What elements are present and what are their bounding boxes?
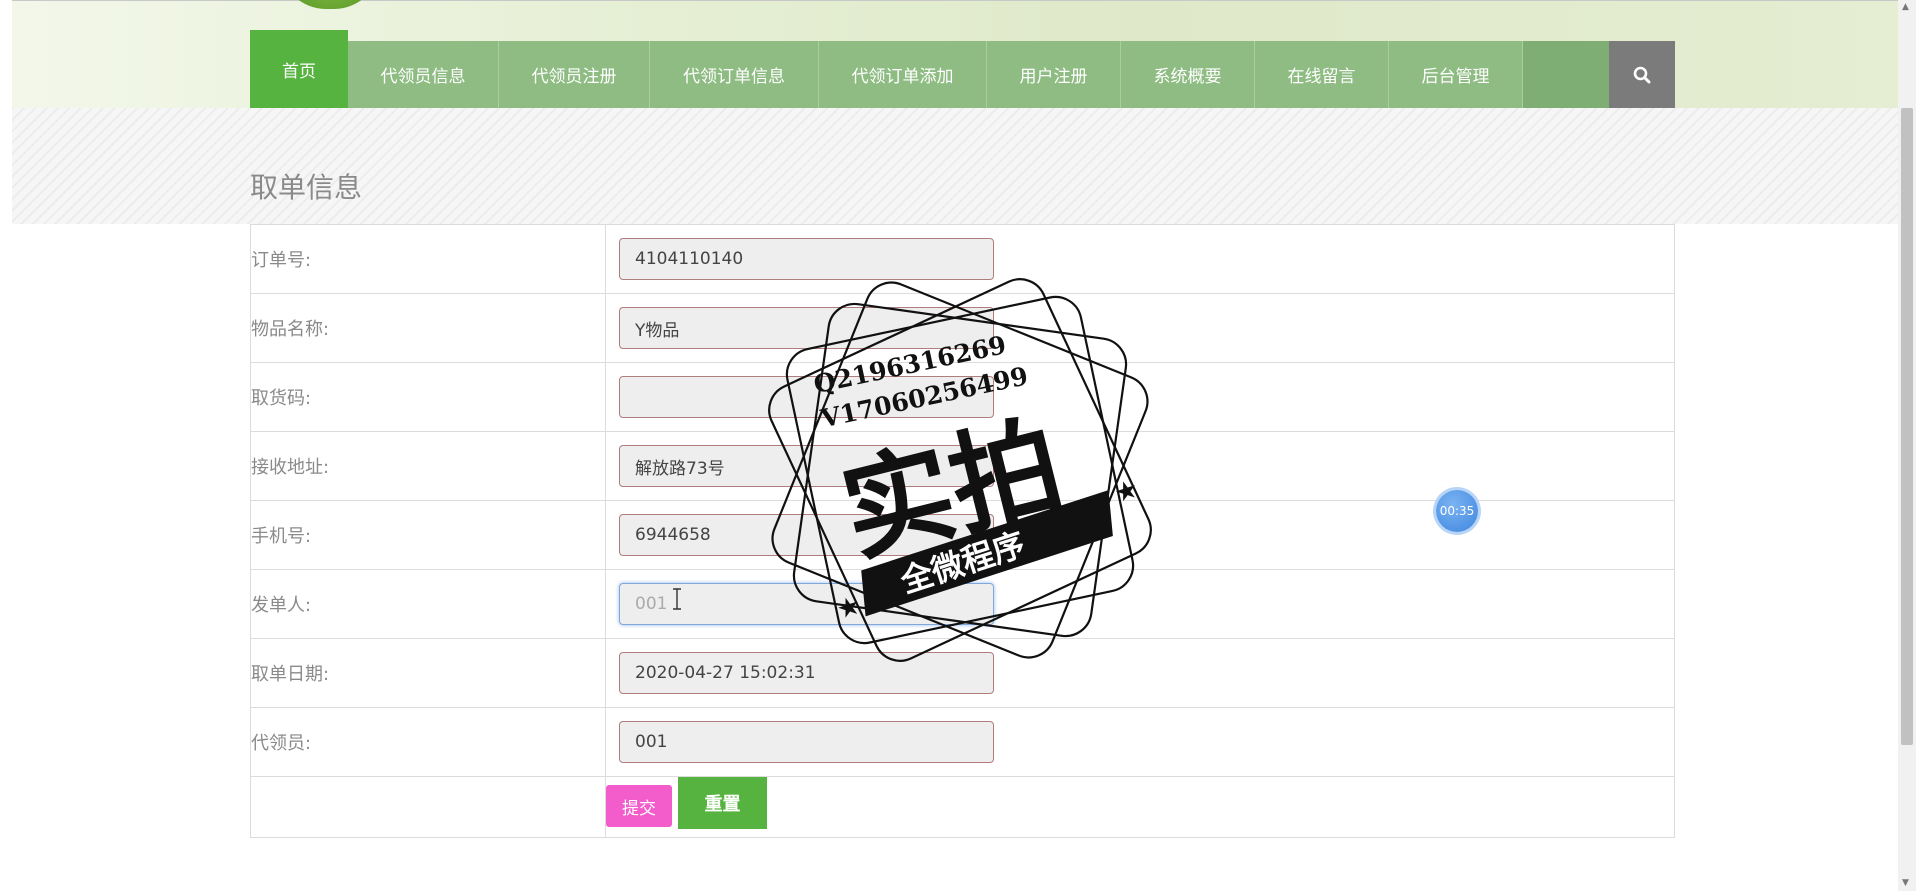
- item-name-label: 物品名称:: [251, 294, 606, 362]
- pickup-code-label: 取货码:: [251, 363, 606, 431]
- timer-badge: 00:35: [1436, 490, 1478, 532]
- buttons-label-cell: [251, 777, 606, 837]
- nav-order-info[interactable]: 代领订单信息: [650, 41, 819, 108]
- form-row-agent: 代领员: 001: [251, 708, 1674, 777]
- scrollbar-thumb[interactable]: [1901, 108, 1913, 745]
- page-title: 取单信息: [250, 170, 363, 204]
- address-label: 接收地址:: [251, 432, 606, 500]
- nav-user-register[interactable]: 用户注册: [987, 41, 1121, 108]
- scroll-up-arrow-icon[interactable]: ▲: [1902, 2, 1909, 12]
- nav-admin[interactable]: 后台管理: [1389, 41, 1523, 108]
- search-icon: [1633, 66, 1651, 83]
- sender-label: 发单人:: [251, 570, 606, 638]
- text-cursor-icon: [673, 588, 681, 610]
- nav-spacer: [1523, 41, 1609, 108]
- nav-order-add[interactable]: 代领订单添加: [819, 41, 987, 108]
- nav-agent-register[interactable]: 代领员注册: [499, 41, 650, 108]
- nav-home[interactable]: 首页: [250, 30, 348, 108]
- agent-field[interactable]: 001: [619, 721, 994, 763]
- form-row-buttons: 提交 重置: [251, 777, 1674, 837]
- nav-agent-info[interactable]: 代领员信息: [348, 41, 499, 108]
- phone-label: 手机号:: [251, 501, 606, 569]
- logo: [280, 0, 380, 9]
- nav-system-overview[interactable]: 系统概要: [1121, 41, 1255, 108]
- watermark-stamp: Q2196316269 V17060256499 实拍 全微程序 ★ ★: [768, 278, 1152, 662]
- reset-button[interactable]: 重置: [678, 777, 767, 829]
- agent-label: 代领员:: [251, 708, 606, 776]
- star-icon: ★: [1111, 474, 1142, 510]
- pickup-date-label: 取单日期:: [251, 639, 606, 707]
- submit-button[interactable]: 提交: [606, 785, 672, 827]
- nav-messages[interactable]: 在线留言: [1255, 41, 1389, 108]
- scroll-down-arrow-icon[interactable]: ▼: [1902, 878, 1909, 888]
- nav-search-button[interactable]: [1609, 41, 1675, 108]
- order-number-label: 订单号:: [251, 225, 606, 293]
- main-nav: 首页 代领员信息 代领员注册 代领订单信息 代领订单添加 用户注册 系统概要 在…: [250, 30, 1675, 108]
